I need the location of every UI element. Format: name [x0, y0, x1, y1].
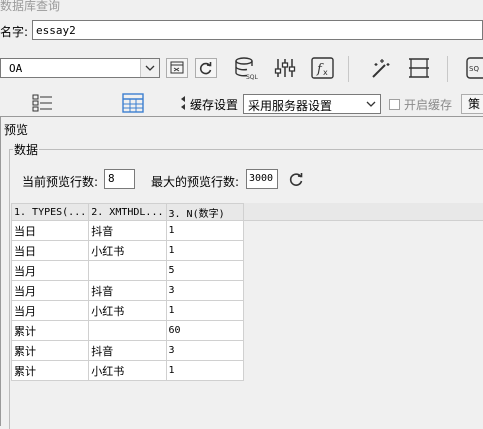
cell-type: 累计 [10, 360, 90, 381]
params-button[interactable] [272, 54, 298, 82]
window-title: 数据库查询 [0, 0, 61, 13]
refresh-icon[interactable] [288, 171, 304, 187]
current-rows-input[interactable]: 8 [104, 169, 135, 189]
wand-icon [372, 59, 390, 78]
sql-editor-icon: SQ [466, 57, 483, 79]
refresh-icon [199, 62, 212, 75]
cell-count: 5 [165, 260, 244, 281]
settings-row: 缓存设置 采用服务器设置 开启缓存 策 [0, 90, 483, 116]
toolbar-divider [447, 56, 448, 82]
formula-icon: fx [311, 57, 334, 79]
cell-type: 当日 [10, 240, 90, 261]
cell-type: 累计 [10, 320, 90, 341]
cell-platform: 抖音 [88, 340, 167, 361]
cell-platform: 抖音 [88, 280, 167, 301]
column-header-types[interactable]: 1. TYPES(... [10, 203, 90, 221]
table-row[interactable]: 累计 60 [10, 320, 244, 341]
max-rows-label: 最大的预览行数: [151, 175, 240, 189]
svg-text:x: x [323, 68, 328, 77]
svg-text:SQ: SQ [469, 65, 479, 73]
column-header-n[interactable]: 3. N(数字) [165, 203, 244, 221]
cell-platform: 小红书 [88, 300, 167, 321]
page-button[interactable] [405, 54, 431, 82]
cell-count: 1 [165, 220, 244, 241]
cell-count: 1 [165, 240, 244, 261]
name-input[interactable]: essay2 [32, 20, 483, 40]
table-header-row: 1. TYPES(... 2. XMTHDL... 3. N(数字) [10, 203, 244, 221]
collapse-arrows-icon[interactable] [179, 94, 187, 112]
formula-button[interactable]: fx [310, 54, 336, 82]
table-row[interactable]: 当月 5 [10, 260, 244, 281]
preview-icon [170, 61, 184, 74]
cell-type: 当月 [10, 260, 90, 281]
max-rows-input[interactable]: 3000 [246, 169, 278, 189]
enable-cache-label: 开启缓存 [404, 98, 453, 112]
table-row[interactable]: 累计 小红书 1 [10, 360, 244, 381]
cell-platform: 抖音 [88, 220, 167, 241]
list-icon[interactable] [30, 92, 54, 114]
sql-icon: SQL [235, 57, 259, 81]
data-section-label: 数据 [13, 141, 40, 158]
preview-panel: 预览 数据 当前预览行数: 8 最大的预览行数: 3000 1. TYPES(.… [0, 116, 483, 429]
cell-count: 3 [165, 280, 244, 301]
toolbar: OA SQL fx SQ [0, 50, 483, 88]
name-row: 名字: essay2 [0, 20, 483, 42]
chevron-down-icon[interactable] [362, 95, 380, 113]
chevron-down-icon[interactable] [140, 59, 159, 77]
sql-editor-button[interactable]: SQ [465, 54, 483, 82]
preview-button[interactable] [166, 58, 188, 78]
table-icon[interactable] [121, 92, 145, 114]
cell-platform: 小红书 [88, 360, 167, 381]
refresh-button[interactable] [195, 58, 217, 78]
cell-type: 累计 [10, 340, 90, 361]
cell-count: 1 [165, 360, 244, 381]
column-header-xmthdl[interactable]: 2. XMTHDL... [88, 203, 167, 221]
cell-type: 当月 [10, 280, 90, 301]
table-row[interactable]: 当月 小红书 1 [10, 300, 244, 321]
wand-button[interactable] [367, 54, 393, 82]
table-row[interactable]: 当日 抖音 1 [10, 220, 244, 241]
connection-value: OA [9, 62, 23, 75]
current-rows-label: 当前预览行数: [22, 175, 99, 189]
cell-platform [88, 260, 167, 281]
sql-button[interactable]: SQL [233, 54, 259, 82]
preview-title: 预览 [4, 123, 29, 137]
toolbar-divider [348, 56, 349, 82]
cell-type: 当月 [10, 300, 90, 321]
cell-platform: 小红书 [88, 240, 167, 261]
page-icon [409, 58, 429, 78]
cache-settings-value: 采用服务器设置 [248, 99, 333, 113]
preview-table: 1. TYPES(... 2. XMTHDL... 3. N(数字) 当日 抖音 1… [10, 203, 244, 381]
cache-settings-select[interactable]: 采用服务器设置 [243, 94, 381, 114]
params-icon [274, 59, 296, 77]
cell-count: 60 [165, 320, 244, 341]
cell-type: 当日 [10, 220, 90, 241]
table-row[interactable]: 累计 抖音 3 [10, 340, 244, 361]
table-row[interactable]: 当月 抖音 3 [10, 280, 244, 301]
cache-settings-label: 缓存设置 [190, 98, 239, 112]
cell-count: 1 [165, 300, 244, 321]
grid-header-filler [237, 203, 483, 221]
cell-platform [88, 320, 167, 341]
strategy-button[interactable]: 策 [461, 94, 483, 114]
cell-count: 3 [165, 340, 244, 361]
enable-cache-checkbox[interactable] [389, 99, 400, 110]
name-label: 名字: [0, 25, 29, 39]
connection-select[interactable]: OA [0, 58, 160, 78]
svg-text:SQL: SQL [246, 74, 259, 81]
table-row[interactable]: 当日 小红书 1 [10, 240, 244, 261]
